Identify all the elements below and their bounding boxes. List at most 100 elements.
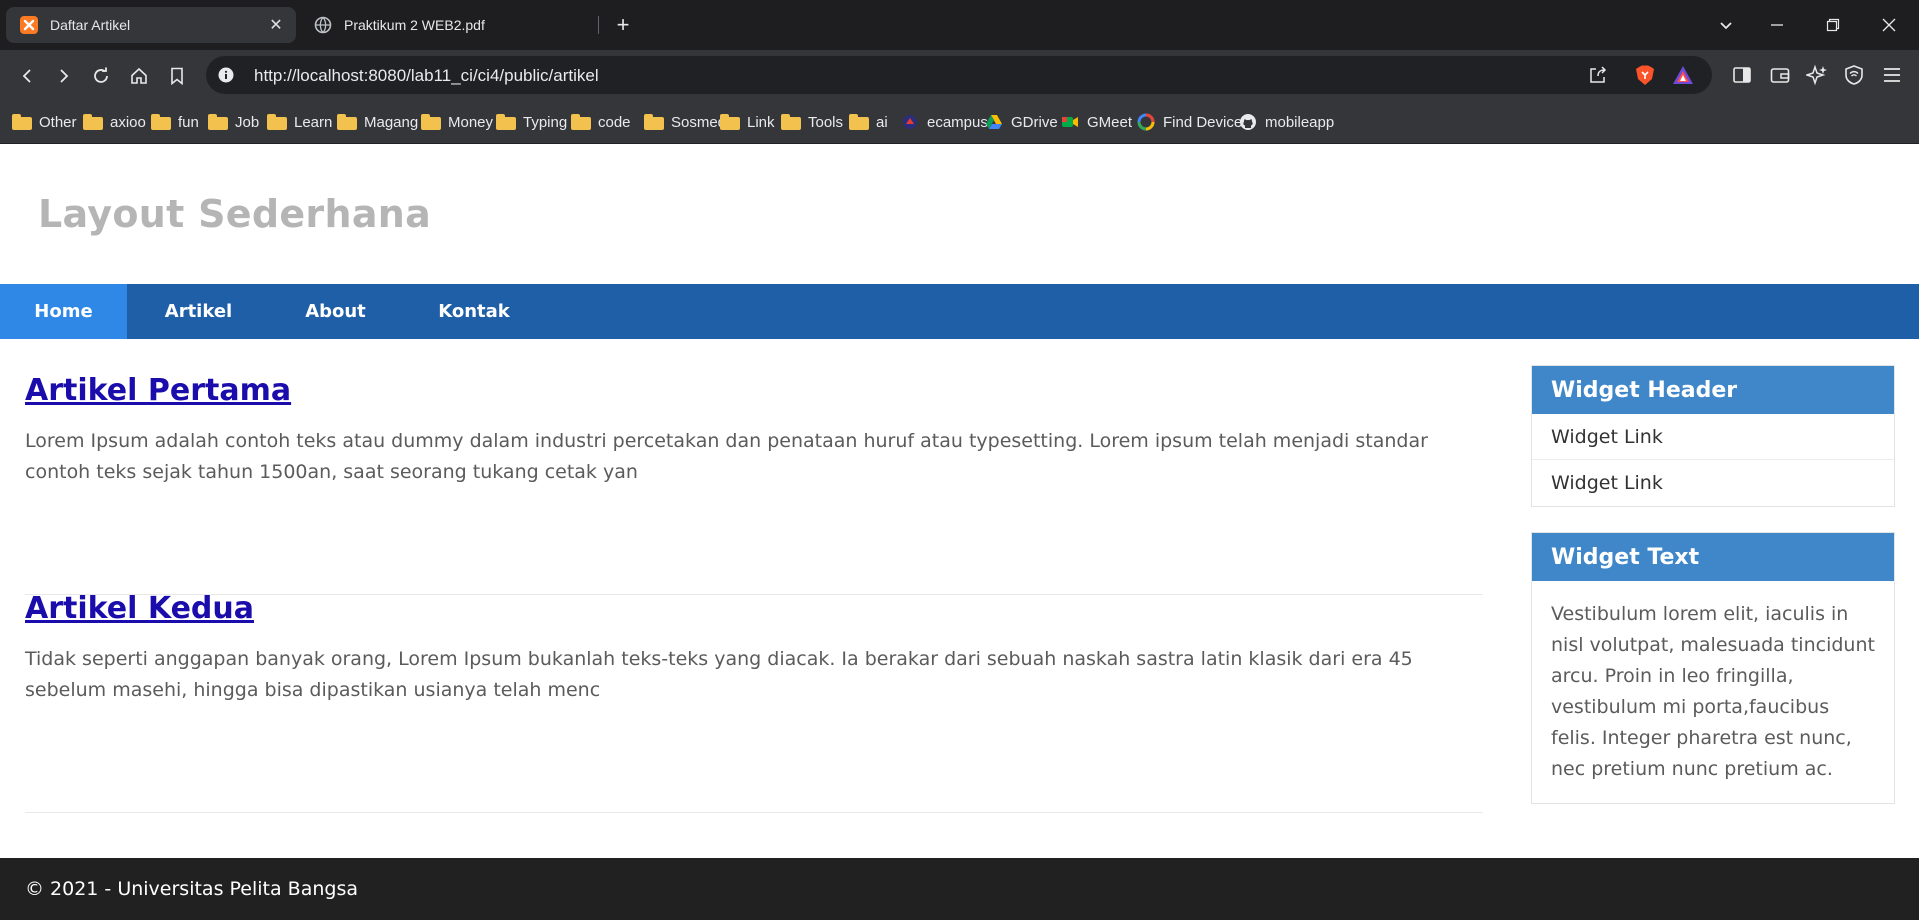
web-page: Layout Sederhana Home Artikel About Kont… <box>0 144 1919 920</box>
bookmark-learn[interactable]: Learn <box>267 111 332 133</box>
gdrive-icon <box>985 113 1003 131</box>
browser-chrome: Daftar Artikel ✕ Praktikum 2 WEB2.pdf + <box>0 0 1919 144</box>
tab-praktikum-pdf[interactable]: Praktikum 2 WEB2.pdf <box>300 6 600 44</box>
tab-strip: Daftar Artikel ✕ Praktikum 2 WEB2.pdf + <box>0 0 1919 50</box>
ecampus-icon <box>901 113 919 131</box>
bookmark-label: Job <box>235 113 260 131</box>
nav-about[interactable]: About <box>270 284 401 339</box>
close-tab-icon[interactable]: ✕ <box>266 15 286 35</box>
bookmark-label: GMeet <box>1087 113 1133 131</box>
site-footer: © 2021 - Universitas Pelita Bangsa <box>0 858 1919 920</box>
bookmark-label: mobileapp <box>1265 113 1335 131</box>
bookmark-icon[interactable] <box>164 63 190 89</box>
bookmark-typing[interactable]: Typing <box>496 111 567 133</box>
bookmark-ecampus[interactable]: ecampus <box>901 111 988 133</box>
close-window-icon[interactable] <box>1874 10 1904 40</box>
bookmark-label: Typing <box>523 113 568 131</box>
sidebar-toggle-icon[interactable] <box>1731 64 1753 86</box>
bookmark-label: Learn <box>294 113 333 131</box>
forward-icon[interactable] <box>51 63 77 89</box>
nav-artikel[interactable]: Artikel <box>127 284 270 339</box>
widget-header: Widget Text <box>1532 533 1894 581</box>
site-info-icon[interactable] <box>218 67 234 83</box>
widget-link[interactable]: Widget Link <box>1532 414 1894 460</box>
bookmark-label: code <box>598 113 631 131</box>
bookmark-ai[interactable]: ai <box>849 111 888 133</box>
bookmark-gmeet[interactable]: GMeet <box>1061 111 1132 133</box>
bookmark-label: ai <box>876 113 888 131</box>
bookmark-gdrive[interactable]: GDrive <box>985 111 1058 133</box>
folder-icon <box>337 114 357 130</box>
tab-separator <box>598 16 599 34</box>
bookmark-job[interactable]: Job <box>208 111 259 133</box>
bookmark-sosmed[interactable]: Sosmed <box>644 111 726 133</box>
bookmark-fun[interactable]: fun <box>151 111 199 133</box>
gmeet-icon <box>1061 113 1079 131</box>
folder-icon <box>781 114 801 130</box>
folder-icon <box>267 114 287 130</box>
xampp-icon <box>20 16 38 34</box>
folder-icon <box>571 114 591 130</box>
widget-text-body: Vestibulum lorem elit, iaculis in nisl v… <box>1551 603 1875 780</box>
folder-icon <box>83 114 103 130</box>
folder-icon <box>849 114 869 130</box>
menu-icon[interactable] <box>1881 64 1903 86</box>
bookmark-mobileapp[interactable]: mobileapp <box>1239 111 1334 133</box>
bookmark-magang[interactable]: Magang <box>337 111 418 133</box>
leo-ai-icon[interactable] <box>1804 64 1828 86</box>
find-device-icon <box>1137 113 1155 131</box>
tab-title: Praktikum 2 WEB2.pdf <box>344 17 485 33</box>
bookmark-money[interactable]: Money <box>421 111 493 133</box>
browser-toolbar: http://localhost:8080/lab11_ci/ci4/publi… <box>0 50 1919 100</box>
globe-icon <box>314 16 332 34</box>
article-title-link[interactable]: Artikel Pertama <box>25 373 291 408</box>
nav-home[interactable]: Home <box>0 284 127 339</box>
bookmark-label: Link <box>747 113 775 131</box>
folder-icon <box>151 114 171 130</box>
restore-icon[interactable] <box>1818 10 1848 40</box>
bookmark-label: Tools <box>808 113 844 131</box>
vpn-icon[interactable] <box>1843 64 1865 86</box>
brave-rewards-icon[interactable] <box>1672 64 1694 86</box>
share-icon[interactable] <box>1588 65 1608 85</box>
bookmark-label: Magang <box>364 113 419 131</box>
tab-daftar-artikel[interactable]: Daftar Artikel ✕ <box>6 7 296 43</box>
minimize-icon[interactable] <box>1762 10 1792 40</box>
folder-icon <box>208 114 228 130</box>
folder-icon <box>496 114 516 130</box>
folder-icon <box>644 114 664 130</box>
brave-shields-icon[interactable] <box>1634 64 1656 86</box>
wallet-icon[interactable] <box>1769 64 1791 86</box>
tab-title: Daftar Artikel <box>50 17 131 33</box>
back-icon[interactable] <box>14 63 40 89</box>
footer-copyright: © 2021 - Universitas Pelita Bangsa <box>25 878 358 900</box>
url-text[interactable]: http://localhost:8080/lab11_ci/ci4/publi… <box>254 66 599 86</box>
article-title-link[interactable]: Artikel Kedua <box>25 591 254 626</box>
address-bar[interactable]: http://localhost:8080/lab11_ci/ci4/publi… <box>206 56 1712 94</box>
bookmark-label: Sosmed <box>671 113 727 131</box>
bookmark-other[interactable]: Other <box>12 111 77 133</box>
widget-link[interactable]: Widget Link <box>1532 460 1894 506</box>
tab-search-icon[interactable] <box>1711 10 1741 40</box>
widget-links: Widget Header Widget Link Widget Link <box>1531 365 1895 507</box>
bookmark-label: Other <box>39 113 77 131</box>
bookmark-axioo[interactable]: axioo <box>83 111 146 133</box>
bookmark-find-device[interactable]: Find Device <box>1137 111 1242 133</box>
bookmark-link[interactable]: Link <box>720 111 775 133</box>
bookmark-tools[interactable]: Tools <box>781 111 843 133</box>
nav-kontak[interactable]: Kontak <box>401 284 547 339</box>
folder-icon <box>421 114 441 130</box>
site-header: Layout Sederhana <box>0 144 1919 284</box>
bookmark-label: fun <box>178 113 199 131</box>
bookmark-label: GDrive <box>1011 113 1058 131</box>
bookmarks-bar: Other axioo fun Job Learn Magang Money Typing co… <box>0 100 1919 144</box>
widget-text: Widget Text Vestibulum lorem elit, iacul… <box>1531 532 1895 804</box>
new-tab-icon[interactable]: + <box>610 12 636 38</box>
page-title: Layout Sederhana <box>38 192 432 236</box>
home-icon[interactable] <box>126 63 152 89</box>
bookmark-code[interactable]: code <box>571 111 631 133</box>
main-nav: Home Artikel About Kontak <box>0 284 1919 339</box>
reload-icon[interactable] <box>88 63 114 89</box>
github-icon <box>1239 113 1257 131</box>
bookmark-label: Find Device <box>1163 113 1243 131</box>
